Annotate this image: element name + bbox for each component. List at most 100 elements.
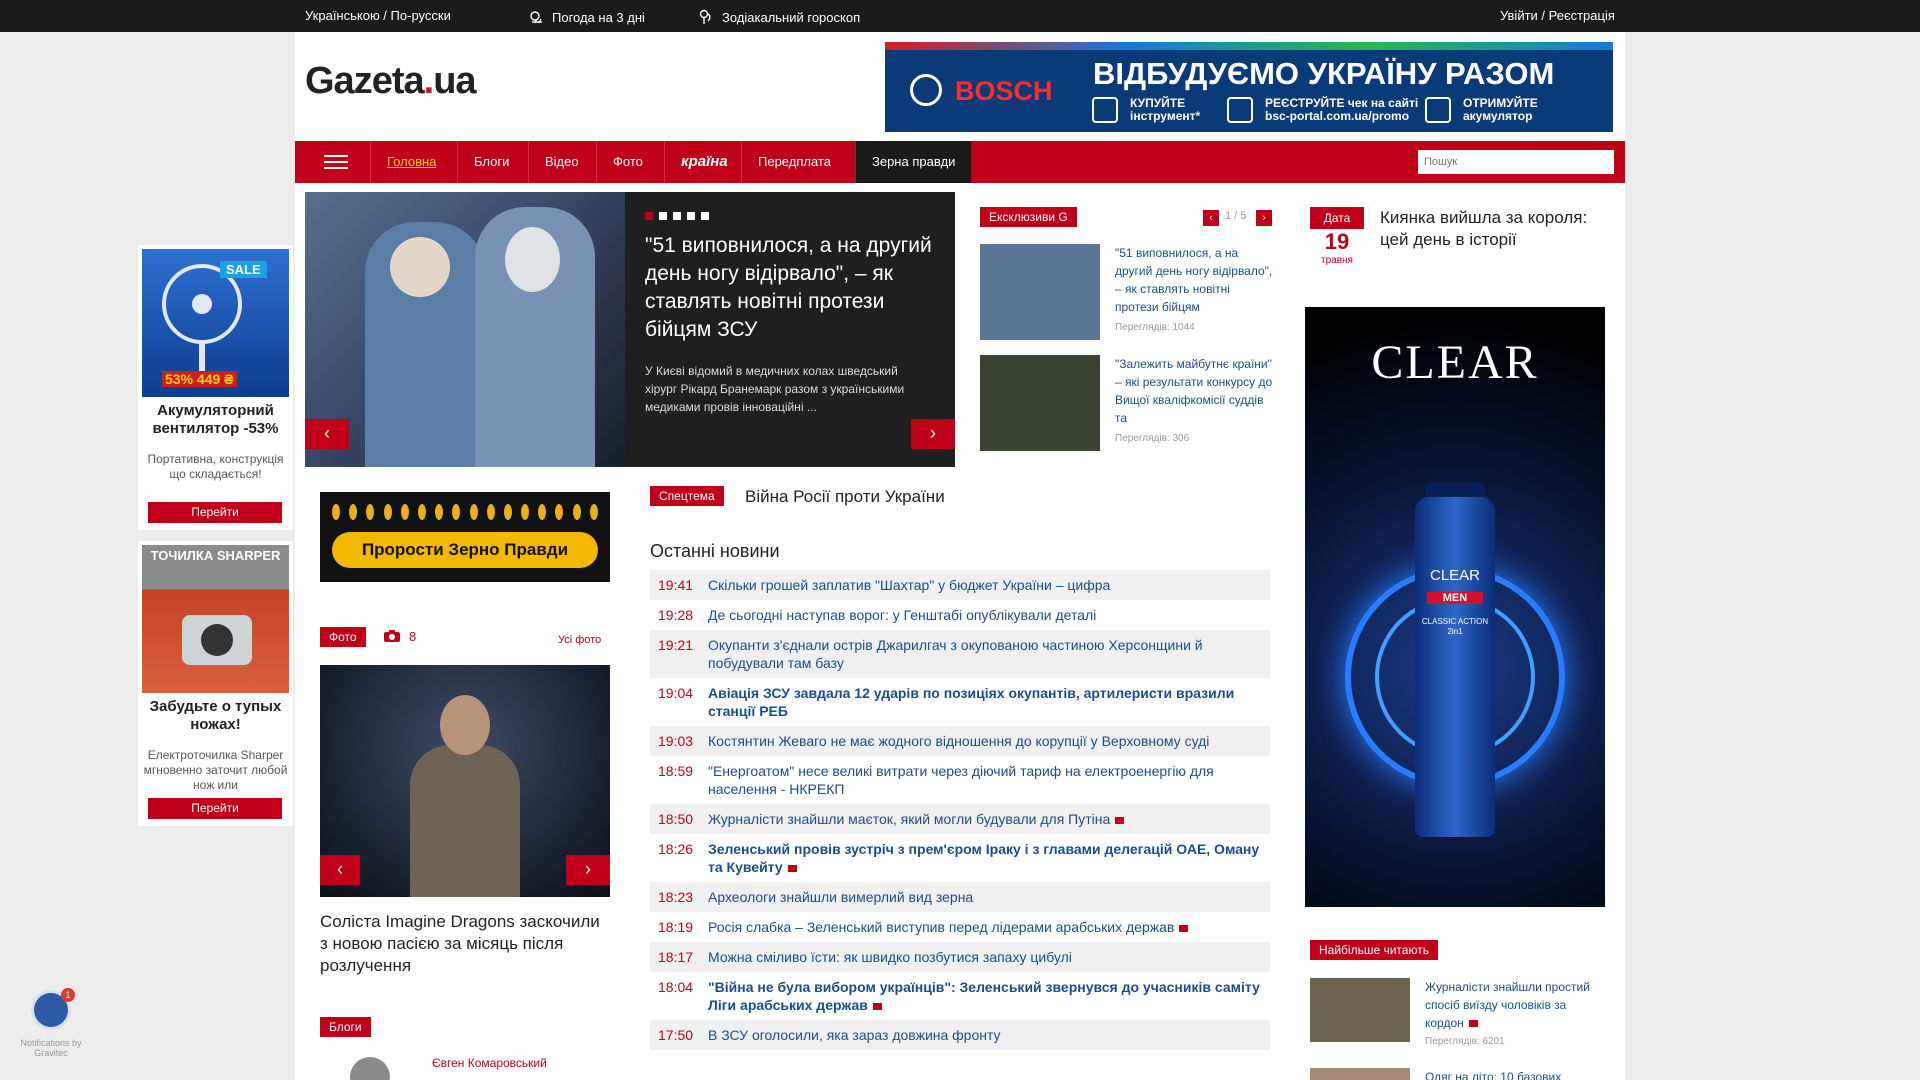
video-icon [872, 1002, 882, 1010]
news-headline[interactable]: Костянтин Жеваго не має жодного відношен… [708, 732, 1209, 750]
news-row[interactable]: 18:26 Зеленський провів зустріч з прем'єр… [650, 834, 1270, 882]
news-row[interactable]: 19:04 Авіація ЗСУ завдала 12 ударів по по… [650, 678, 1270, 726]
news-row[interactable]: 18:17 Можна сміливо їсти: як швидко позбу… [650, 942, 1270, 972]
banner-promo-register-text: РЕЄСТРУЙТЕ чек на сайті bsc-portal.com.u… [1265, 96, 1419, 123]
notifications-widget[interactable]: 1 Notifications by Gravitec [18, 988, 88, 1060]
search-input[interactable] [1418, 150, 1614, 174]
login-register-link[interactable]: Увійти / Реєстрація [1500, 8, 1615, 23]
news-row[interactable]: 19:21 Окупанти з'єднали острів Джарилгач … [650, 630, 1270, 678]
news-time: 18:04 [658, 979, 694, 995]
news-headline[interactable]: Окупанти з'єднали острів Джарилгач з оку… [708, 636, 1262, 672]
exclusive-views: Переглядів: 1044 [1115, 322, 1195, 333]
exclusives-badge[interactable]: Ексклюзиви G [980, 207, 1077, 227]
news-row[interactable]: 19:41 Скільки грошей заплатив "Шахтар" у … [650, 570, 1270, 600]
price-tag: 53% 449 ₴ [162, 371, 237, 387]
blogs-badge[interactable]: Блоги [320, 1017, 371, 1037]
news-row[interactable]: 18:04 "Війна не була вибором українців": … [650, 972, 1270, 1020]
news-row[interactable]: 17:50 В ЗСУ оголосили, яка зараз довжина … [650, 1020, 1270, 1050]
chevron-right-icon: › [930, 423, 936, 443]
news-headline[interactable]: Росія слабка – Зеленський виступив перед… [708, 918, 1189, 936]
news-row[interactable]: 19:28 Де сьогодні наступав ворог: у Геншт… [650, 600, 1270, 630]
special-title[interactable]: Війна Росії проти України [745, 487, 945, 507]
banner-headline: ВІДБУДУЄМО УКРАЇНУ РАЗОМ [1093, 56, 1555, 91]
news-headline[interactable]: Зеленський провів зустріч з прем'єром Ір… [708, 840, 1262, 876]
knife-sharpener-icon [182, 615, 252, 665]
exclusive-item[interactable]: "51 виповнилося, а на другий день ногу в… [980, 244, 1275, 344]
photo-gallery-block: Фото 8 Усі фото ‹ › Соліста Imagine Drag… [305, 612, 625, 992]
side-ad-sharper[interactable]: ТОЧИЛКА SHARPER Забудьте о тупых ножах! … [138, 541, 293, 826]
news-headline[interactable]: Авіація ЗСУ завдала 12 ударів по позиція… [708, 684, 1262, 720]
side-ad-button[interactable]: Перейти [148, 502, 282, 523]
slider-dot[interactable] [673, 212, 681, 220]
news-headline-text: Де сьогодні наступав ворог: у Генштабі о… [708, 607, 1097, 623]
news-time: 18:26 [658, 841, 694, 857]
news-headline[interactable]: В ЗСУ оголосили, яка зараз довжина фронт… [708, 1026, 1001, 1044]
exclusives-prev-button[interactable]: ‹ [1203, 210, 1219, 226]
avatar [350, 1057, 390, 1080]
news-headline[interactable]: "Енергоатом" несе великі витрати через д… [708, 762, 1262, 798]
nav-item-home[interactable]: Головна [370, 141, 452, 183]
news-headline-text: "Війна не була вибором українців": Зелен… [708, 979, 1260, 1013]
slider-dot[interactable] [645, 212, 653, 220]
exclusives-pager: 1 / 5 [1225, 210, 1247, 222]
most-read-title[interactable]: Журналісти знайшли простий спосіб виїзду… [1425, 978, 1600, 1032]
zerno-pravdy-banner[interactable]: Прорости Зерно Правди [305, 477, 625, 602]
bosch-banner[interactable]: BOSCH ВІДБУДУЄМО УКРАЇНУ РАЗОМ КУПУЙТЕ і… [885, 42, 1613, 132]
most-read-title[interactable]: Одяг на літо: 10 базових [1425, 1068, 1600, 1080]
nav-item-video[interactable]: Відео [528, 141, 595, 183]
gallery-next-button[interactable]: › [566, 855, 610, 885]
banner-promo-register: РЕЄСТРУЙТЕ чек на сайті bsc-portal.com.u… [1227, 96, 1440, 123]
hero-next-button[interactable]: › [911, 419, 955, 449]
gallery-prev-button[interactable]: ‹ [320, 855, 360, 885]
news-time: 19:41 [658, 577, 694, 593]
gallery-photo[interactable]: ‹ › [320, 665, 610, 897]
news-row[interactable]: 18:23 Археологи знайшли вимерлий вид зерн… [650, 882, 1270, 912]
hero-prev-button[interactable]: ‹ [305, 419, 349, 449]
exclusive-item[interactable]: "Залежить майбутнє країни" – які результ… [980, 355, 1275, 455]
hero-slider[interactable]: "51 виповнилося, а на другий день ногу в… [305, 192, 955, 467]
news-headline[interactable]: Археологи знайшли вимерлий вид зерна [708, 888, 973, 906]
news-time: 18:23 [658, 889, 694, 905]
nav-item-krayina[interactable]: країна [664, 141, 744, 183]
news-headline[interactable]: Де сьогодні наступав ворог: у Генштабі о… [708, 606, 1096, 624]
hero-title[interactable]: "51 виповнилося, а на другий день ногу в… [645, 232, 935, 344]
clear-ad-banner[interactable]: CLEAR CLEAR MEN CLASSIC ACTION 2in1 [1305, 307, 1605, 907]
history-title[interactable]: Киянка вийшла за короля: цей день в істо… [1380, 207, 1610, 251]
weather-icon [530, 11, 542, 24]
menu-icon[interactable] [295, 141, 370, 183]
all-photos-link[interactable]: Усі фото [558, 634, 601, 646]
nav-item-photo[interactable]: Фото [596, 141, 659, 183]
horoscope-link[interactable]: Зодіакальний гороскоп [698, 8, 860, 26]
slider-dot[interactable] [687, 212, 695, 220]
nav-item-zerna-pravdy[interactable]: Зерна правди [855, 141, 972, 183]
side-ad-fan[interactable]: SALE 53% 449 ₴ Акумуляторний вентилятор … [138, 245, 293, 530]
weather-link[interactable]: Погода на 3 дні [528, 8, 645, 26]
language-switch[interactable]: Українською / По-русски [305, 8, 451, 23]
news-headline[interactable]: Скільки грошей заплатив "Шахтар" у бюдже… [708, 576, 1110, 594]
blog-author[interactable]: Євген Комаровський [432, 1056, 547, 1070]
gallery-caption[interactable]: Соліста Imagine Dragons заскочили з ново… [320, 911, 610, 977]
zerno-button[interactable]: Прорости Зерно Правди [332, 532, 598, 568]
video-icon [787, 864, 797, 872]
gift-icon [1425, 97, 1451, 123]
news-row[interactable]: 18:19 Росія слабка – Зеленський виступив … [650, 912, 1270, 942]
exclusives-next-button[interactable]: › [1256, 210, 1272, 226]
sale-badge: SALE [220, 261, 267, 278]
news-row[interactable]: 19:03 Костянтин Жеваго не має жодного від… [650, 726, 1270, 756]
news-headline[interactable]: "Війна не була вибором українців": Зелен… [708, 978, 1262, 1014]
nav-item-blogs[interactable]: Блоги [457, 141, 525, 183]
side-ad-button[interactable]: Перейти [148, 798, 282, 819]
news-row[interactable]: 18:50 Журналісти знайшли маєток, який мог… [650, 804, 1270, 834]
nav-item-subscription[interactable]: Передплата [741, 141, 847, 183]
slider-dot[interactable] [659, 212, 667, 220]
slider-dot[interactable] [701, 212, 709, 220]
news-headline[interactable]: Журналісти знайшли маєток, який могли бу… [708, 810, 1125, 828]
photo-badge[interactable]: Фото [320, 627, 366, 647]
sharper-brand: ТОЧИЛКА SHARPER [150, 548, 281, 563]
site-logo[interactable]: Gazeta.ua [305, 60, 477, 103]
news-row[interactable]: 18:59 "Енергоатом" несе великі витрати че… [650, 756, 1270, 804]
exclusive-title[interactable]: "51 виповнилося, а на другий день ногу в… [1115, 244, 1275, 316]
banner-brand: BOSCH [955, 76, 1053, 106]
news-headline[interactable]: Можна сміливо їсти: як швидко позбутися … [708, 948, 1072, 966]
exclusive-title[interactable]: "Залежить майбутнє країни" – які результ… [1115, 355, 1275, 427]
